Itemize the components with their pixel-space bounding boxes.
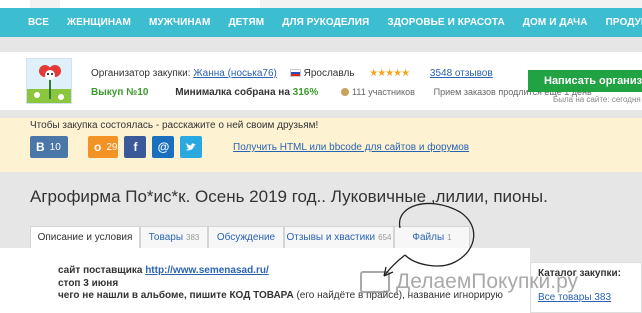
tab-products[interactable]: Товары 383 [140,226,208,248]
tab-label: Файлы [412,232,445,243]
top-strip-segment [60,0,260,8]
participants-text: 111 участников [352,87,415,97]
minimal-status: Минималка собрана на 316% [175,87,318,98]
nav-item-home[interactable]: ДОМ И ДАЧА [514,17,597,28]
nav-item-food[interactable]: ПРОДУКТЫ [597,17,642,28]
tab-label: Товары [148,232,184,243]
tab-label: Отзывы и хвастики [286,232,376,243]
nav-item-kids[interactable]: ДЕТЯМ [219,17,273,28]
organizer-name-link[interactable]: Жанна (носька76) [193,68,277,79]
ok-share-button[interactable]: о 29 [88,136,118,158]
participants-count: 111 участников [341,87,415,97]
supplier-line: сайт поставщика http://www.semenasad.ru/ [58,265,269,276]
browser-top-strip [0,0,642,8]
vykup-number: Выкуп №10 [91,87,149,98]
mail-icon: @ [157,140,170,154]
star-icon: ★★★★★ [369,68,410,79]
flag-icon [289,69,301,77]
tab-count: 383 [186,233,200,242]
nav-item-health[interactable]: ЗДОРОВЬЕ И КРАСОТА [378,17,513,28]
tab-label: Описание и условия [37,232,133,243]
tab-count: 654 [378,233,392,242]
stop-date: стоп 3 июня [58,278,119,289]
purchase-status-line: Выкуп №10 Минималка собрана на 316% 111 … [91,87,592,98]
tab-description[interactable]: Описание и условия [30,226,140,249]
reviews-link[interactable]: 3548 отзывов [430,68,493,79]
vk-share-button[interactable]: B 10 [30,136,68,158]
twitter-icon [186,143,196,151]
vk-icon: B [36,140,45,154]
facebook-share-button[interactable]: f [124,136,146,158]
organizer-city: Ярославль [303,68,355,79]
tab-reviews[interactable]: Отзывы и хвастики 654 [284,226,394,248]
nav-item-men[interactable]: МУЖЧИНАМ [140,17,220,28]
share-prompt: Чтобы закупка состоялась - расскажите о … [30,120,319,131]
tab-count: 1 [447,233,452,242]
cart-icon [360,271,390,293]
tab-discussion[interactable]: Обсуждение [208,226,284,248]
mail-share-button[interactable]: @ [152,136,174,158]
watermark: ДелаемПокупки.ру [360,270,578,294]
organizer-label: Организатор закупки: [91,68,191,79]
last-seen: Была на сайте: сегодня [553,95,641,104]
ok-count: 29 [106,141,118,153]
nav-item-women[interactable]: ЖЕНЩИНАМ [58,17,140,28]
odnoklassniki-icon: о [94,140,102,154]
organizer-line: Организатор закупки: Жанна (носька76) Яр… [91,68,493,79]
vk-count: 10 [49,141,61,153]
instruction-main: чего не нашли в альбоме, пишите КОД ТОВА… [58,290,294,301]
nav-item-handicraft[interactable]: ДЛЯ РУКОДЕЛИЯ [273,17,378,28]
minimal-percent: 316% [292,87,319,98]
nav-item-all[interactable]: ВСЕ [0,17,58,28]
supplier-label: сайт поставщика [58,265,146,276]
minimal-prefix: Минималка собрана на [175,87,293,98]
watermark-text: ДелаемПокупки.ру [396,270,579,293]
tab-files[interactable]: Файлы 1 [394,226,470,248]
organizer-avatar[interactable] [26,58,72,104]
people-icon [341,88,350,96]
facebook-icon: f [133,140,138,154]
twitter-share-button[interactable] [180,136,202,158]
get-html-code-link[interactable]: Получить HTML или bbcode для сайтов и фо… [233,142,469,153]
tab-label: Обсуждение [216,232,276,243]
page-title: Агрофирма По*ис*к. Осень 2019 год.. Луко… [30,187,548,206]
top-strip-segment [0,0,30,8]
avatar-image [27,65,71,103]
category-nav: ВСЕ ЖЕНЩИНАМ МУЖЧИНАМ ДЕТЯМ ДЛЯ РУКОДЕЛИ… [0,8,642,37]
supplier-link[interactable]: http://www.semenasad.ru/ [145,265,269,276]
write-organizer-button[interactable]: Написать организатору [528,70,642,92]
